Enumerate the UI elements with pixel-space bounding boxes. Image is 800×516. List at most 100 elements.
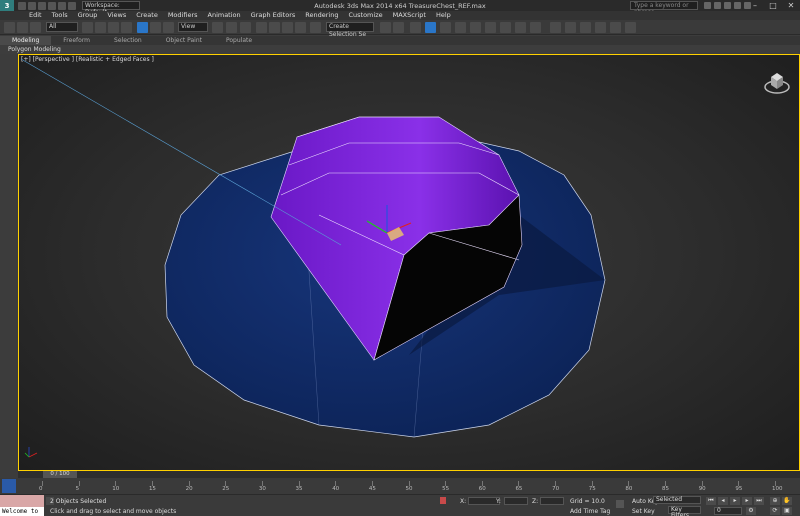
material-editor-icon[interactable] — [470, 22, 481, 33]
lock-selection-icon[interactable] — [440, 497, 446, 504]
tab-populate[interactable]: Populate — [214, 36, 264, 45]
render-iterative-icon[interactable] — [530, 22, 541, 33]
app-logo[interactable]: 3 — [0, 0, 14, 11]
trackbar[interactable]: 0 5 10 15 20 25 30 35 40 45 50 55 60 65 70 75 80 85 90 95 10… — [0, 478, 800, 494]
graphite-toolbar-icon[interactable] — [425, 22, 436, 33]
select-and-move-icon[interactable] — [137, 22, 148, 33]
tab-modeling[interactable]: Modeling — [0, 36, 52, 45]
project-folder-icon[interactable] — [68, 1, 76, 10]
undo-icon[interactable] — [48, 1, 56, 10]
menu-help[interactable]: Help — [431, 11, 456, 20]
binoculars-icon[interactable] — [704, 2, 711, 9]
angle-snap-icon[interactable] — [269, 22, 280, 33]
orbit-icon[interactable]: ⟳ — [770, 507, 780, 515]
select-object-icon[interactable] — [82, 22, 93, 33]
pan-icon[interactable]: ✋ — [782, 497, 792, 505]
selection-filter-dropdown[interactable]: All — [46, 22, 78, 32]
align-icon[interactable] — [393, 22, 404, 33]
menu-maxscript[interactable]: MAXScript — [388, 11, 431, 20]
tab-object-paint[interactable]: Object Paint — [154, 36, 214, 45]
schematic-view-icon[interactable] — [455, 22, 466, 33]
toolbar-extra-icon-2[interactable] — [565, 22, 576, 33]
save-file-icon[interactable] — [38, 1, 46, 10]
unlink-icon[interactable] — [30, 22, 41, 33]
menu-modifiers[interactable]: Modifiers — [163, 11, 203, 20]
menu-animation[interactable]: Animation — [203, 11, 246, 20]
toolbar-extra-icon-6[interactable] — [625, 22, 636, 33]
polygon-modeling-panel[interactable]: Polygon Modeling — [0, 46, 61, 53]
key-filters-button[interactable]: Key Filters... — [668, 506, 701, 516]
maxscript-mini-listener[interactable] — [0, 495, 44, 507]
menu-rendering[interactable]: Rendering — [300, 11, 343, 20]
select-and-scale-icon[interactable] — [163, 22, 174, 33]
go-to-start-icon[interactable]: ⏮ — [706, 497, 716, 505]
menu-customize[interactable]: Customize — [343, 11, 387, 20]
menu-group[interactable]: Group — [73, 11, 103, 20]
open-file-icon[interactable] — [28, 1, 36, 10]
subscription-icon[interactable] — [714, 2, 721, 9]
edit-named-selection-icon[interactable] — [310, 22, 321, 33]
toolbar-extra-icon-1[interactable] — [550, 22, 561, 33]
menu-tools[interactable]: Tools — [47, 11, 73, 20]
set-key-button[interactable]: Set Key — [632, 508, 655, 515]
menu-edit[interactable]: Edit — [24, 11, 47, 20]
menu-create[interactable]: Create — [131, 11, 163, 20]
menu-graph-editors[interactable]: Graph Editors — [246, 11, 301, 20]
new-file-icon[interactable] — [18, 1, 26, 10]
communication-icon[interactable] — [724, 2, 731, 9]
render-production-icon[interactable] — [515, 22, 526, 33]
y-coordinate-field[interactable] — [504, 497, 528, 505]
named-selection-dropdown[interactable]: Create Selection Se — [326, 22, 374, 38]
mirror-icon[interactable] — [380, 22, 391, 33]
workspace-dropdown[interactable]: Workspace: Default — [82, 1, 140, 16]
time-configuration-icon[interactable]: ⚙ — [746, 507, 756, 515]
zoom-icon[interactable]: ⊕ — [770, 497, 780, 505]
window-crossing-icon[interactable] — [121, 22, 132, 33]
search-input[interactable]: Type a keyword or phrase — [630, 1, 698, 16]
tab-freeform[interactable]: Freeform — [51, 36, 102, 45]
previous-frame-icon[interactable]: ◂ — [718, 497, 728, 505]
rectangular-selection-icon[interactable] — [108, 22, 119, 33]
redo-icon[interactable] — [58, 1, 66, 10]
viewcube-icon[interactable] — [763, 69, 791, 97]
select-and-rotate-icon[interactable] — [150, 22, 161, 33]
z-coordinate-field[interactable] — [540, 497, 564, 505]
toolbar-extra-icon-4[interactable] — [595, 22, 606, 33]
trackbar-tick-label: 90 — [698, 486, 706, 492]
spinner-snap-icon[interactable] — [295, 22, 306, 33]
add-time-tag[interactable]: Add Time Tag — [570, 508, 610, 515]
trackbar-tick-label: 95 — [735, 486, 743, 492]
maximize-button[interactable]: □ — [764, 0, 782, 11]
toolbar-extra-icon-5[interactable] — [610, 22, 621, 33]
perspective-viewport[interactable]: [+] [Perspective ] [Realistic + Edged Fa… — [18, 54, 800, 471]
mini-curve-editor-icon[interactable] — [2, 479, 16, 493]
go-to-end-icon[interactable]: ⏭ — [754, 497, 764, 505]
pivot-center-icon[interactable] — [212, 22, 223, 33]
time-slider-thumb[interactable]: 0 / 100 — [43, 471, 77, 478]
menu-views[interactable]: Views — [102, 11, 131, 20]
tab-selection[interactable]: Selection — [102, 36, 154, 45]
next-frame-icon[interactable]: ▸ — [742, 497, 752, 505]
undo-scene-icon[interactable] — [4, 22, 15, 33]
keyboard-shortcut-icon[interactable] — [240, 22, 251, 33]
select-manipulate-icon[interactable] — [226, 22, 237, 33]
minimize-button[interactable]: – — [746, 0, 764, 11]
reference-coordinate-dropdown[interactable]: View — [178, 22, 208, 32]
select-by-name-icon[interactable] — [95, 22, 106, 33]
curve-editor-icon[interactable] — [440, 22, 451, 33]
toolbar-extra-icon-3[interactable] — [580, 22, 591, 33]
maximize-viewport-icon[interactable]: ▣ — [782, 507, 792, 515]
time-slider[interactable]: 0 / 100 — [18, 471, 800, 478]
current-frame-field[interactable]: 0 — [714, 507, 742, 515]
key-mode-dropdown[interactable]: Selected — [653, 496, 701, 504]
link-icon[interactable] — [17, 22, 28, 33]
percent-snap-icon[interactable] — [282, 22, 293, 33]
play-icon[interactable]: ▸ — [730, 497, 740, 505]
favorites-star-icon[interactable] — [734, 2, 741, 9]
maxscript-listener-line[interactable]: Welcome to M: — [0, 507, 44, 516]
render-setup-icon[interactable] — [485, 22, 496, 33]
close-button[interactable]: ✕ — [782, 0, 800, 11]
layer-manager-icon[interactable] — [410, 22, 421, 33]
snaps-toggle-icon[interactable] — [256, 22, 267, 33]
rendered-frame-window-icon[interactable] — [500, 22, 511, 33]
